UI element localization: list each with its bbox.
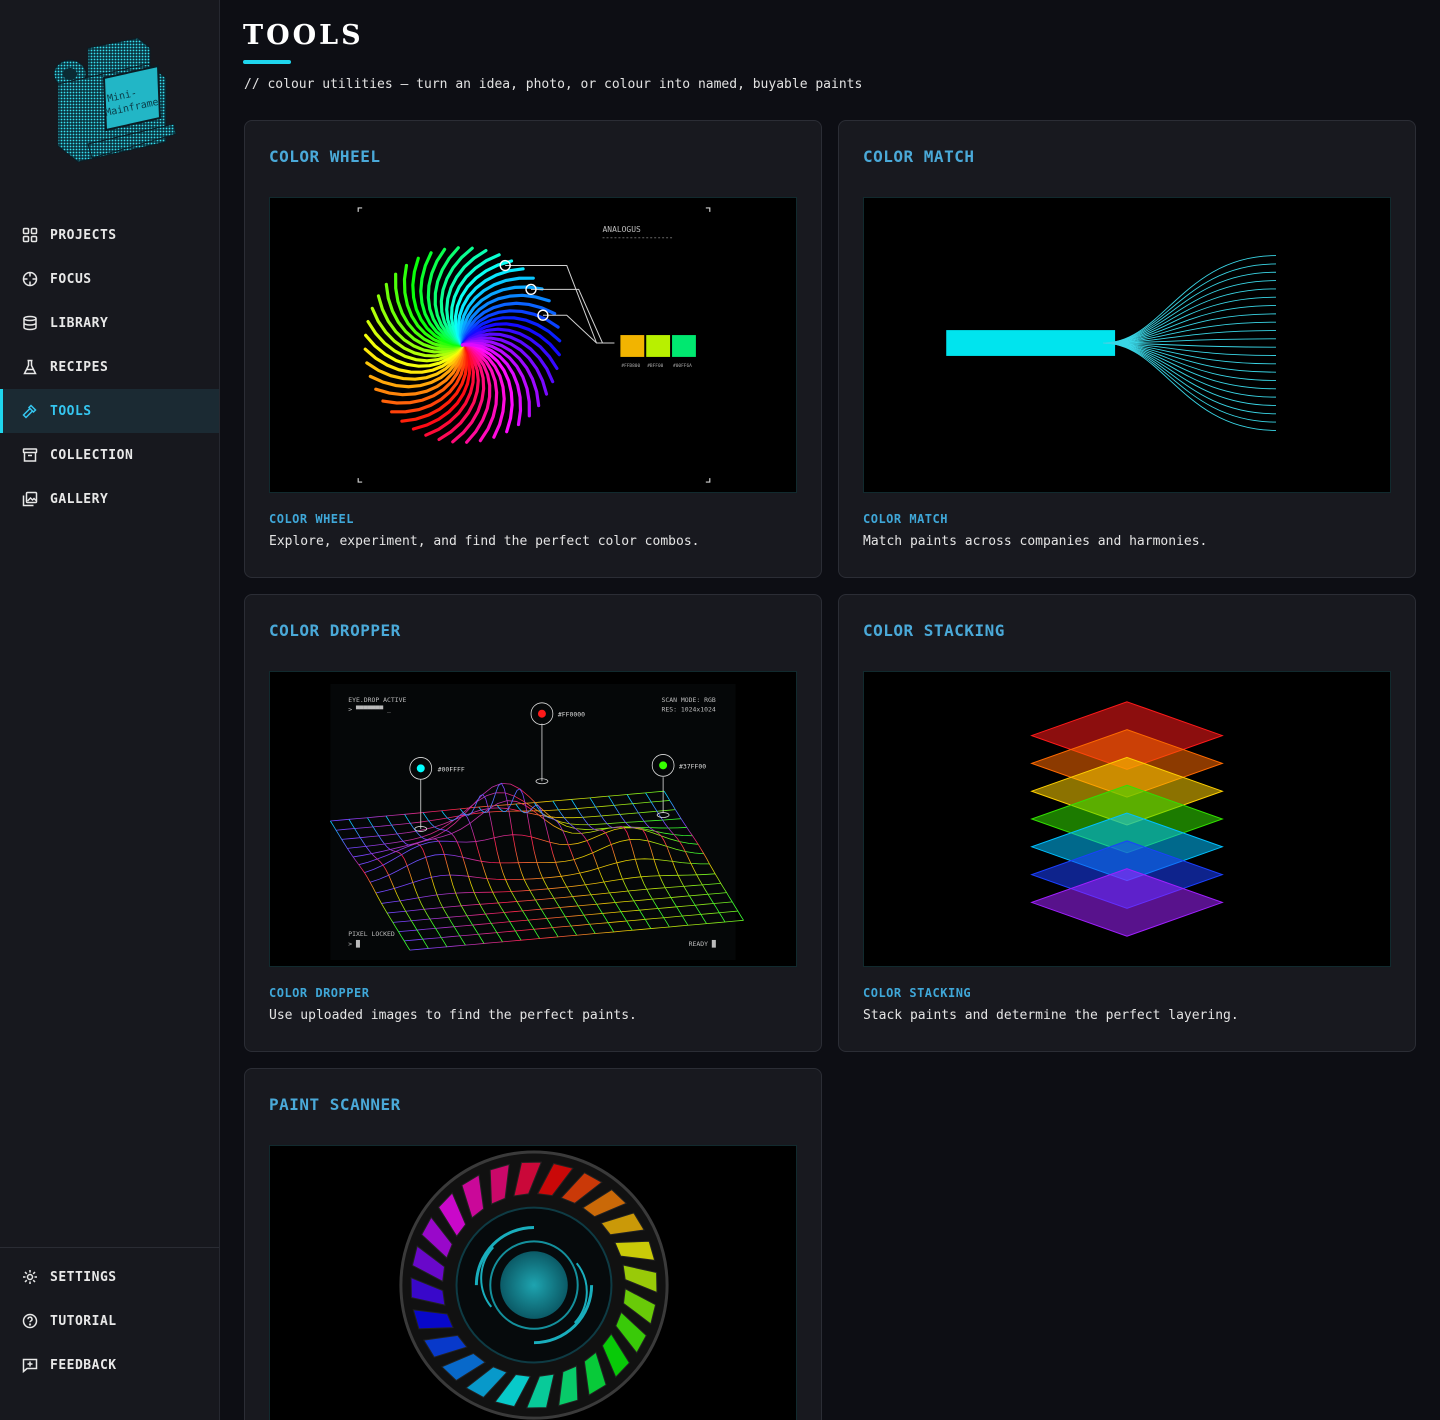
card-subtitle: COLOR STACKING (863, 986, 972, 1000)
nav-label-focus: FOCUS (50, 271, 92, 287)
card-description: Use uploaded images to find the perfect … (269, 1008, 637, 1023)
color-wheel-spiral (363, 246, 562, 444)
dropper-scan-mode: SCAN MODE: RGB (661, 696, 715, 704)
tool-card-color-dropper[interactable]: COLOR DROPPER EYE.DROP ACTIVE > ▀▀▀▀▀▀▀ … (244, 594, 822, 1052)
color-wheel-preview-image: ANALOGUS #FFB800 #BFF00 #00FF6A (269, 197, 797, 493)
card-title: COLOR WHEEL (269, 147, 381, 166)
main-nav: PROJECTS FOCUS LIBRARY RECIPES TOOLS COL… (0, 213, 219, 521)
crosshair-icon (22, 271, 38, 287)
tool-card-color-stacking[interactable]: COLOR STACKING COLOR STACKING Stack pain… (838, 594, 1416, 1052)
nav-item-gallery[interactable]: GALLERY (0, 477, 219, 521)
card-title: COLOR DROPPER (269, 621, 401, 640)
pin-red-hex: #FF0000 (558, 711, 585, 719)
nav-item-tools[interactable]: TOOLS (0, 389, 219, 433)
pin-green-hex: #37FF00 (679, 762, 706, 770)
nav-label-projects: PROJECTS (50, 227, 117, 243)
card-subtitle: COLOR MATCH (863, 512, 948, 526)
card-title: COLOR STACKING (863, 621, 1005, 640)
color-stacking-layers (1030, 701, 1224, 937)
title-underline (243, 60, 291, 64)
swatch-2 (646, 335, 671, 357)
color-dropper-preview-image: EYE.DROP ACTIVE > ▀▀▀▀▀▀▀ _ SCAN MODE: R… (269, 671, 797, 967)
dropper-pixel-locked-sub: > █ (348, 939, 360, 948)
dropper-status-sub: > ▀▀▀▀▀▀▀ _ (348, 705, 391, 714)
swatch-3-hex: #00FF6A (673, 363, 692, 369)
nav-label-recipes: RECIPES (50, 359, 109, 375)
nav-label-tools: TOOLS (50, 403, 92, 419)
nav-label-tutorial: TUTORIAL (50, 1313, 117, 1329)
nav-item-focus[interactable]: FOCUS (0, 257, 219, 301)
card-subtitle: COLOR DROPPER (269, 986, 370, 1000)
swatch-1-hex: #FFB800 (621, 363, 640, 369)
nav-label-feedback: FEEDBACK (50, 1357, 117, 1373)
sidebar-divider (0, 1247, 219, 1248)
page-title: TOOLS (243, 20, 364, 51)
pin-cyan-hex: #00FFFF (438, 765, 465, 773)
images-icon (22, 491, 38, 507)
nav-item-tutorial[interactable]: TUTORIAL (0, 1299, 219, 1343)
nav-item-recipes[interactable]: RECIPES (0, 345, 219, 389)
nav-item-settings[interactable]: SETTINGS (0, 1255, 219, 1299)
nav-label-gallery: GALLERY (50, 491, 109, 507)
archive-icon (22, 447, 38, 463)
sidebar: Mini- Mainframe PROJECTS FOCUS LIBRARY R… (0, 0, 220, 1420)
nav-label-library: LIBRARY (50, 315, 109, 331)
flask-icon (22, 359, 38, 375)
card-description: Match paints across companies and harmon… (863, 534, 1208, 549)
nav-label-settings: SETTINGS (50, 1269, 117, 1285)
color-match-fan-lines (1103, 255, 1276, 431)
bottom-nav: SETTINGS TUTORIAL FEEDBACK (0, 1255, 219, 1387)
dropper-pixel-locked: PIXEL LOCKED (348, 930, 395, 938)
grid-icon (22, 227, 38, 243)
page-subtitle: // colour utilities — turn an idea, phot… (244, 77, 863, 92)
mini-mainframe-logo[interactable]: Mini- Mainframe (48, 34, 178, 170)
wheel-harmony-label: ANALOGUS (603, 225, 641, 234)
hammer-icon (22, 403, 38, 419)
color-stacking-preview-image (863, 671, 1391, 967)
swatch-2-hex: #BFF00 (647, 363, 663, 369)
swatch-3 (672, 335, 696, 357)
nav-label-collection: COLLECTION (50, 447, 134, 463)
card-description: Explore, experiment, and find the perfec… (269, 534, 700, 549)
main-content: TOOLS // colour utilities — turn an idea… (220, 0, 1440, 1420)
dropper-status-label: EYE.DROP ACTIVE (348, 696, 406, 704)
help-circle-icon (22, 1313, 38, 1329)
message-plus-icon (22, 1357, 38, 1373)
card-description: Stack paints and determine the perfect l… (863, 1008, 1239, 1023)
card-title: PAINT SCANNER (269, 1095, 401, 1114)
swatch-1 (620, 335, 645, 357)
tool-card-color-match[interactable]: COLOR MATCH COLOR MATCH Match paints acr… (838, 120, 1416, 578)
card-subtitle: COLOR WHEEL (269, 512, 354, 526)
dropper-ready: READY █ (689, 939, 716, 948)
nav-item-library[interactable]: LIBRARY (0, 301, 219, 345)
nav-item-feedback[interactable]: FEEDBACK (0, 1343, 219, 1387)
nav-item-collection[interactable]: COLLECTION (0, 433, 219, 477)
dropper-resolution: RES: 1024x1024 (661, 706, 715, 714)
nav-item-projects[interactable]: PROJECTS (0, 213, 219, 257)
paint-scanner-preview-image (269, 1145, 797, 1420)
tool-card-color-wheel[interactable]: COLOR WHEEL ANALOGUS #FFB800 #BFF00 #00F… (244, 120, 822, 578)
color-match-preview-image (863, 197, 1391, 493)
database-icon (22, 315, 38, 331)
gear-icon (22, 1269, 38, 1285)
card-title: COLOR MATCH (863, 147, 975, 166)
tool-card-paint-scanner[interactable]: PAINT SCANNER (244, 1068, 822, 1420)
